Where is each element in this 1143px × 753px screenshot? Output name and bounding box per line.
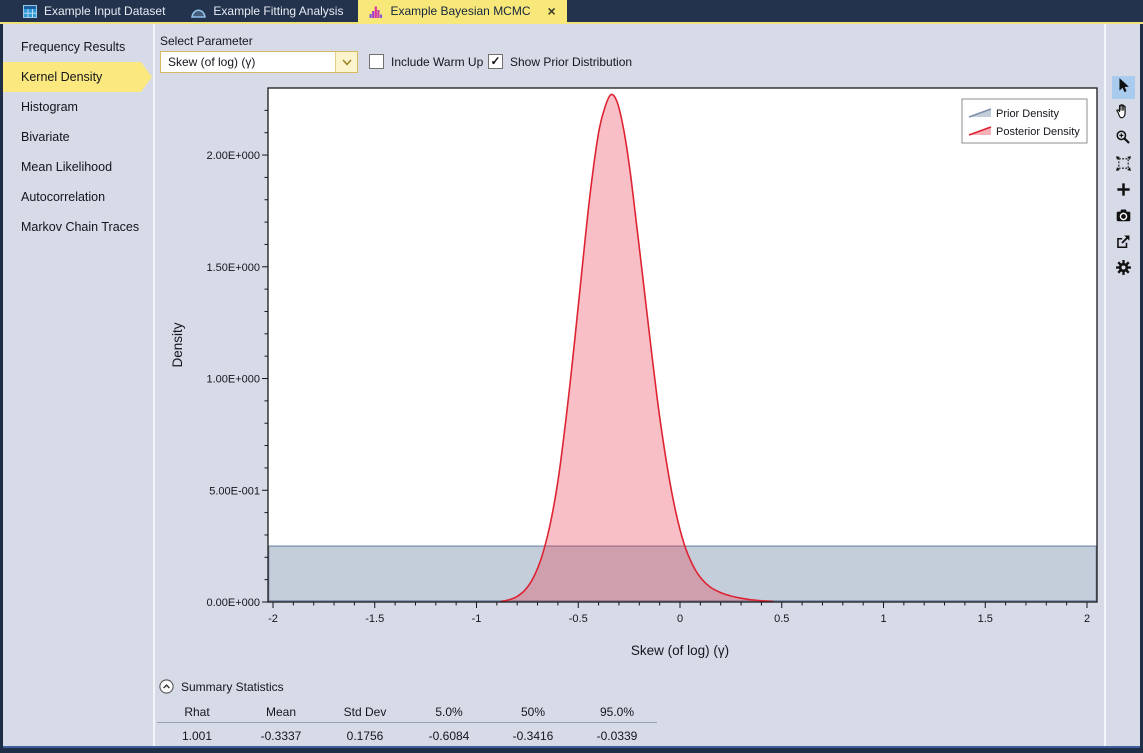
plot-toolbar	[1106, 76, 1140, 281]
stats-column-header: 5.0%	[407, 705, 491, 719]
stats-value: -0.0339	[575, 729, 659, 743]
sidebar-item-kernel-density[interactable]: Kernel Density	[3, 62, 153, 92]
stats-column-header: Mean	[239, 705, 323, 719]
summary-statistics-table: RhatMeanStd Dev5.0%50%95.0% 1.001-0.3337…	[155, 705, 659, 743]
tab-label: Example Bayesian MCMC	[390, 4, 530, 18]
stats-separator	[157, 722, 657, 723]
stats-value: -0.6084	[407, 729, 491, 743]
legend-entry-posterior-density: Posterior Density	[996, 126, 1080, 138]
close-icon[interactable]: ×	[548, 4, 556, 18]
zoom-in-icon	[1115, 129, 1132, 151]
svg-text:1: 1	[880, 613, 886, 625]
stats-column-header: Rhat	[155, 705, 239, 719]
collapse-icon[interactable]	[159, 679, 174, 694]
svg-text:0: 0	[677, 613, 683, 625]
sidebar-item-markov-chain-traces[interactable]: Markov Chain Traces	[3, 212, 153, 242]
tab-label: Example Input Dataset	[44, 4, 165, 18]
plot-area[interactable]	[268, 88, 1097, 602]
zoom-in-tool[interactable]	[1112, 128, 1135, 151]
snapshot-camera-icon	[1115, 207, 1132, 229]
x-axis-title: Skew (of log) (γ)	[631, 643, 729, 658]
export-share-icon	[1115, 233, 1132, 255]
pan-hand-icon	[1115, 103, 1132, 125]
checkbox-label: Include Warm Up	[391, 55, 483, 69]
svg-text:-1: -1	[472, 613, 482, 625]
stats-column-header: 95.0%	[575, 705, 659, 719]
parameter-dropdown-value: Skew (of log) (γ)	[161, 55, 335, 69]
pan-hand-tool[interactable]	[1112, 102, 1135, 125]
sidebar-item-autocorrelation[interactable]: Autocorrelation	[3, 182, 153, 212]
svg-text:1.5: 1.5	[978, 613, 993, 625]
chevron-down-icon	[342, 59, 352, 66]
select-cursor-tool[interactable]	[1112, 76, 1135, 99]
statusline-accent	[3, 746, 1140, 748]
crosshair-add-icon	[1115, 181, 1132, 203]
svg-text:1.50E+000: 1.50E+000	[206, 262, 260, 274]
legend: Prior Density Posterior Density	[962, 99, 1087, 143]
stats-column-header: Std Dev	[323, 705, 407, 719]
tab-example-bayesian-mcmc[interactable]: Example Bayesian MCMC ×	[358, 0, 566, 22]
checkbox-label: Show Prior Distribution	[510, 55, 632, 69]
stats-column-header: 50%	[491, 705, 575, 719]
fit-view-tool[interactable]	[1112, 154, 1135, 177]
select-parameter-label: Select Parameter	[160, 34, 253, 48]
stats-header-row: RhatMeanStd Dev5.0%50%95.0%	[155, 705, 659, 719]
checkbox-include-warm-up[interactable]: Include Warm Up	[369, 54, 483, 69]
dropdown-button[interactable]	[335, 52, 357, 72]
parameter-dropdown[interactable]: Skew (of log) (γ)	[160, 51, 358, 73]
summary-statistics-title: Summary Statistics	[181, 680, 284, 694]
svg-text:0.00E+000: 0.00E+000	[206, 597, 260, 609]
summary-statistics-header: Summary Statistics	[159, 679, 284, 694]
svg-text:-0.5: -0.5	[569, 613, 588, 625]
export-share-tool[interactable]	[1112, 232, 1135, 255]
sidebar-item-frequency-results[interactable]: Frequency Results	[3, 32, 153, 62]
legend-entry-prior-density: Prior Density	[996, 108, 1059, 120]
checkbox-show-prior-distribution[interactable]: ✓ Show Prior Distribution	[488, 54, 632, 69]
sidebar-item-bivariate[interactable]: Bivariate	[3, 122, 153, 152]
unchecked-box-icon[interactable]	[369, 54, 384, 69]
crosshair-add-tool[interactable]	[1112, 180, 1135, 203]
tab-bar: Example Input Dataset Example Fitting Ana…	[0, 0, 1143, 24]
settings-gear-tool[interactable]	[1112, 258, 1135, 281]
sidebar-item-mean-likelihood[interactable]: Mean Likelihood	[3, 152, 153, 182]
content-area: Select Parameter Skew (of log) (γ) Inclu…	[155, 24, 1104, 746]
checked-box-icon[interactable]: ✓	[488, 54, 503, 69]
tab-label: Example Fitting Analysis	[213, 4, 343, 18]
kernel-density-plot[interactable]: -2 -1.5 -1 -0.5 0 0.5 1 1.5 2 0.00E+000 5.00E-001 1…	[157, 80, 1100, 672]
svg-text:2: 2	[1084, 613, 1090, 625]
fit-view-icon	[1115, 155, 1132, 177]
stats-value: 1.001	[155, 729, 239, 743]
select-cursor-icon	[1115, 77, 1132, 99]
stats-value: 0.1756	[323, 729, 407, 743]
app-window: Example Input Dataset Example Fitting Ana…	[0, 0, 1143, 753]
sidebar-item-histogram[interactable]: Histogram	[3, 92, 153, 122]
histogram-icon	[369, 5, 383, 18]
svg-text:1.00E+000: 1.00E+000	[206, 374, 260, 386]
svg-text:-1.5: -1.5	[365, 613, 384, 625]
settings-gear-icon	[1115, 259, 1132, 281]
table-icon	[23, 5, 37, 18]
svg-text:5.00E-001: 5.00E-001	[209, 485, 260, 497]
tab-example-input-dataset[interactable]: Example Input Dataset	[12, 0, 176, 22]
stats-values-row: 1.001-0.33370.1756-0.6084-0.3416-0.0339	[155, 729, 659, 743]
stats-value: -0.3416	[491, 729, 575, 743]
y-axis-title: Density	[170, 322, 185, 367]
sidebar: Frequency ResultsKernel DensityHistogram…	[3, 32, 153, 242]
curve-icon	[191, 5, 206, 18]
snapshot-camera-tool[interactable]	[1112, 206, 1135, 229]
svg-text:2.00E+000: 2.00E+000	[206, 150, 260, 162]
svg-text:-2: -2	[268, 613, 278, 625]
tab-example-fitting-analysis[interactable]: Example Fitting Analysis	[180, 0, 354, 22]
window-body: Frequency ResultsKernel DensityHistogram…	[3, 24, 1140, 746]
svg-text:0.5: 0.5	[774, 613, 789, 625]
stats-value: -0.3337	[239, 729, 323, 743]
